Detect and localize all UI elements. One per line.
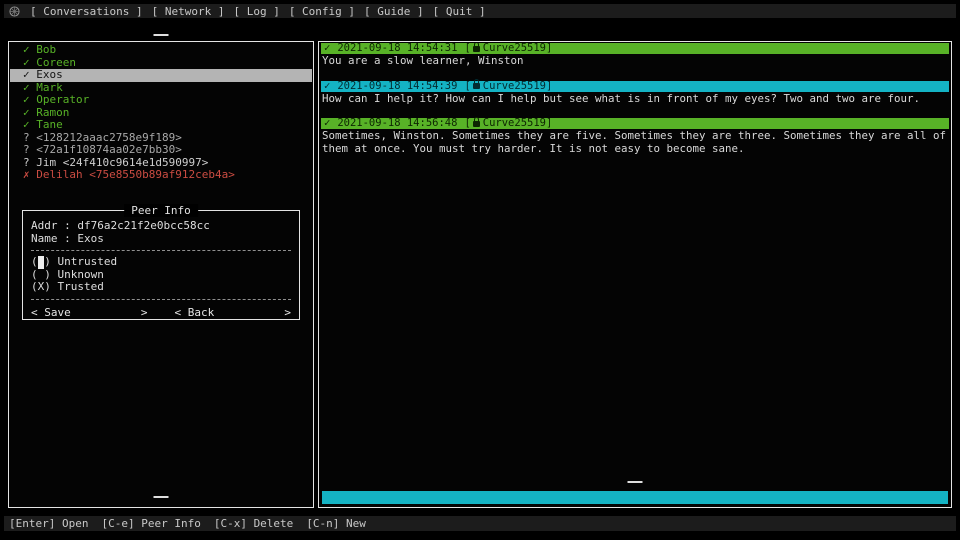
peer-addr-value: df76a2c21f2e0bcc58cc bbox=[77, 219, 209, 232]
button-label: Back bbox=[188, 306, 285, 319]
trusted-check-icon: ✓ bbox=[23, 94, 30, 107]
trusted-check-icon: ✓ bbox=[23, 119, 30, 132]
statusbar: [Enter] Open [C-e] Peer Info [C-x] Delet… bbox=[4, 516, 956, 531]
message: ✓ 2021-09-18 14:54:39 [ Curve25519] How c… bbox=[321, 81, 949, 106]
radio-paren: ( bbox=[31, 255, 38, 268]
contact-name: Operator bbox=[36, 93, 89, 106]
radio-paren: ( bbox=[31, 280, 38, 293]
key-hint-peer-info: [C-e] Peer Info bbox=[101, 517, 200, 530]
message: ✓ 2021-09-18 14:54:31 [ Curve25519] You a… bbox=[321, 43, 949, 68]
cipher-name: Curve25519 bbox=[483, 118, 546, 129]
contact-name: <128212aaac2758e9f189> bbox=[36, 131, 182, 144]
menu-item-guide[interactable]: [ Guide ] bbox=[364, 5, 424, 18]
cipher-name: Curve25519 bbox=[483, 81, 546, 92]
delivered-check-icon: ✓ bbox=[324, 43, 330, 54]
delivered-check-icon: ✓ bbox=[324, 118, 330, 129]
scroll-indicator-bottom bbox=[154, 496, 169, 498]
separator bbox=[31, 250, 291, 251]
chat-panel: ✓ 2021-09-18 14:54:31 [ Curve25519] You a… bbox=[318, 41, 952, 508]
message-timestamp: 2021-09-18 14:56:48 bbox=[337, 118, 457, 129]
message-header: ✓ 2021-09-18 14:56:48 [ Curve25519] bbox=[321, 118, 949, 129]
message-cipher: [ Curve25519] bbox=[464, 43, 552, 54]
unknown-question-icon: ? bbox=[23, 144, 30, 157]
scroll-indicator-bottom bbox=[628, 481, 643, 483]
button-bracket: > bbox=[141, 306, 148, 319]
blocked-cross-icon: ✗ bbox=[23, 169, 30, 182]
button-bracket: > bbox=[284, 306, 291, 319]
peer-name-value: Exos bbox=[77, 232, 104, 245]
delivered-check-icon: ✓ bbox=[324, 81, 330, 92]
bracket: ] bbox=[546, 43, 552, 54]
message-header: ✓ 2021-09-18 14:54:39 [ Curve25519] bbox=[321, 81, 949, 92]
contact-name: Jim <24f410c9614e1d590997> bbox=[36, 156, 208, 169]
contact-name: Bob bbox=[36, 43, 56, 56]
contact-name: Tane bbox=[36, 118, 63, 131]
key-hint-open: [Enter] Open bbox=[9, 517, 88, 530]
radio-paren: ) bbox=[44, 255, 51, 268]
radio-label: Untrusted bbox=[57, 255, 117, 268]
contact-list: ✓Bob ✓Coreen ✓Exos ✓Mark ✓Operator ✓Ramo… bbox=[10, 44, 312, 182]
bracket: [ bbox=[464, 118, 470, 129]
message-text: How can I help it? How can I help but se… bbox=[322, 93, 949, 106]
menu-item-conversations[interactable]: [ Conversations ] bbox=[30, 5, 143, 18]
scroll-indicator-top bbox=[154, 34, 169, 36]
message: ✓ 2021-09-18 14:56:48 [ Curve25519] Somet… bbox=[321, 118, 949, 155]
peer-addr-label: Addr : bbox=[31, 219, 71, 232]
peer-info-buttons: <Save> <Back> bbox=[31, 306, 291, 319]
radio-paren: ) bbox=[44, 268, 51, 281]
bracket: ] bbox=[546, 118, 552, 129]
peer-info-title: Peer Info bbox=[124, 204, 198, 217]
button-label: Save bbox=[44, 306, 141, 319]
cipher-name: Curve25519 bbox=[483, 43, 546, 54]
message-header: ✓ 2021-09-18 14:54:31 [ Curve25519] bbox=[321, 43, 949, 54]
message-timestamp: 2021-09-18 14:54:39 bbox=[337, 81, 457, 92]
menu-item-config[interactable]: [ Config ] bbox=[289, 5, 355, 18]
message-list: ✓ 2021-09-18 14:54:31 [ Curve25519] You a… bbox=[321, 43, 949, 467]
bracket: [ bbox=[464, 81, 470, 92]
radio-untrusted[interactable]: ( ) Untrusted bbox=[31, 256, 291, 269]
contacts-panel: ✓Bob ✓Coreen ✓Exos ✓Mark ✓Operator ✓Ramo… bbox=[8, 41, 314, 508]
message-text: Sometimes, Winston. Sometimes they are f… bbox=[322, 130, 949, 155]
trusted-check-icon: ✓ bbox=[23, 44, 30, 57]
radio-label: Trusted bbox=[57, 280, 103, 293]
message-input[interactable] bbox=[322, 491, 948, 504]
peer-name-label: Name : bbox=[31, 232, 71, 245]
separator bbox=[31, 299, 291, 300]
contact-name: Ramon bbox=[36, 106, 69, 119]
menubar: [ Conversations ] [ Network ] [ Log ] [ … bbox=[4, 4, 956, 18]
message-cipher: [ Curve25519] bbox=[464, 118, 552, 129]
lock-icon bbox=[473, 121, 480, 127]
peer-name-line: Name : Exos bbox=[31, 233, 291, 246]
key-hint-new: [C-n] New bbox=[306, 517, 366, 530]
app-logo-icon bbox=[9, 6, 20, 17]
trusted-check-icon: ✓ bbox=[23, 69, 30, 82]
bracket: [ bbox=[464, 43, 470, 54]
menu-item-network[interactable]: [ Network ] bbox=[152, 5, 225, 18]
radio-trusted[interactable]: (X)Trusted bbox=[31, 281, 291, 294]
save-button[interactable]: < Save> bbox=[31, 306, 148, 319]
button-bracket: < bbox=[175, 306, 182, 319]
radio-paren: ) bbox=[44, 280, 51, 293]
peer-info-box: Peer Info Addr : df76a2c21f2e0bcc58cc Na… bbox=[22, 210, 300, 320]
menu-item-quit[interactable]: [ Quit ] bbox=[433, 5, 486, 18]
message-text: You are a slow learner, Winston bbox=[322, 55, 949, 68]
menu-item-log[interactable]: [ Log ] bbox=[233, 5, 279, 18]
radio-paren: ( bbox=[31, 268, 38, 281]
bracket: ] bbox=[546, 81, 552, 92]
contact-name: Mark bbox=[36, 81, 63, 94]
message-cipher: [ Curve25519] bbox=[464, 81, 552, 92]
lock-icon bbox=[473, 83, 480, 89]
button-bracket: < bbox=[31, 306, 38, 319]
contact-name: Coreen bbox=[36, 56, 76, 69]
contact-name: <72a1f10874aa02e7bb30> bbox=[36, 143, 182, 156]
radio-label: Unknown bbox=[57, 268, 103, 281]
contact-name: Delilah <75e8550b89af912ceb4a> bbox=[36, 168, 235, 181]
contact-row-delilah[interactable]: ✗ Delilah <75e8550b89af912ceb4a> bbox=[10, 169, 312, 182]
lock-icon bbox=[473, 46, 480, 52]
message-timestamp: 2021-09-18 14:54:31 bbox=[337, 43, 457, 54]
key-hint-delete: [C-x] Delete bbox=[214, 517, 293, 530]
back-button[interactable]: < Back> bbox=[175, 306, 292, 319]
contact-name: Exos bbox=[36, 68, 63, 81]
